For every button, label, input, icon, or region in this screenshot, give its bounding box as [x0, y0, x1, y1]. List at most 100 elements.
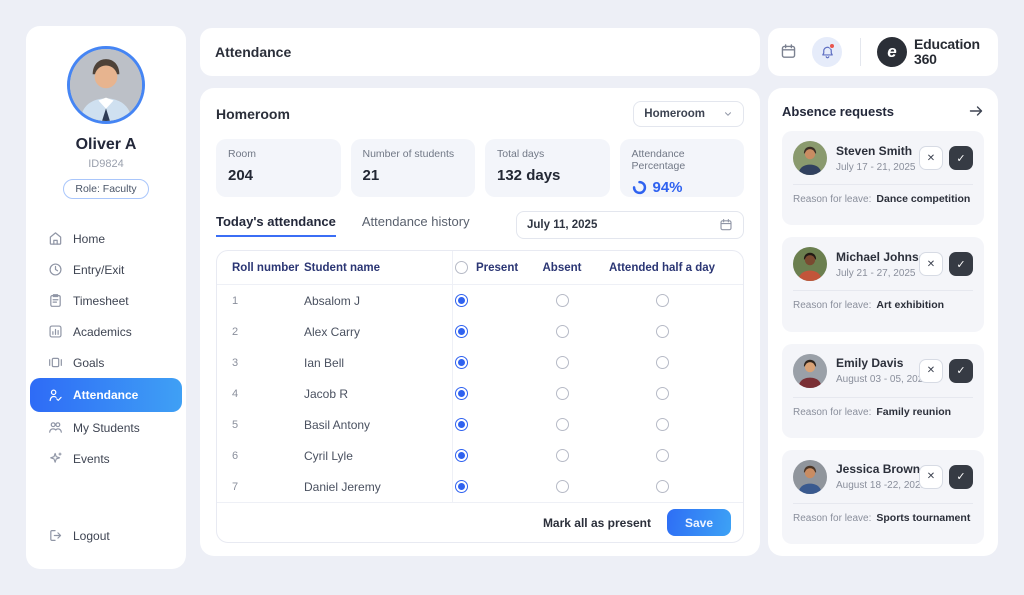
academics-icon — [48, 324, 63, 339]
brand: e Education 360 — [877, 37, 980, 67]
absent-radio[interactable] — [556, 325, 569, 338]
sidebar: Oliver A ID9824 Role: Faculty Home Entry… — [26, 26, 186, 569]
chevron-down-icon — [723, 109, 733, 119]
sidebar-item-timesheet[interactable]: Timesheet — [30, 285, 182, 316]
sidebar-item-attendance[interactable]: Attendance — [30, 378, 182, 412]
sidebar-nav: Home Entry/Exit Timesheet Academics Goal… — [26, 223, 186, 474]
avatar — [793, 247, 827, 281]
reason-value: Dance competition — [876, 193, 970, 205]
profile-name: Oliver A — [76, 136, 137, 154]
half-day-radio[interactable] — [656, 294, 669, 307]
homeroom-dropdown[interactable]: Homeroom — [633, 101, 744, 127]
students-icon — [48, 420, 63, 435]
sidebar-item-goals[interactable]: Goals — [30, 347, 182, 378]
arrow-right-icon[interactable] — [968, 103, 984, 119]
approve-request-button[interactable]: ✓ — [949, 465, 973, 489]
logout-button[interactable]: Logout — [30, 520, 182, 551]
logout-label: Logout — [73, 529, 110, 543]
avatar — [793, 141, 827, 175]
approve-request-button[interactable]: ✓ — [949, 252, 973, 276]
present-radio[interactable] — [455, 294, 468, 307]
reason-label: Reason for leave: — [793, 407, 871, 418]
present-radio[interactable] — [455, 356, 468, 369]
save-button[interactable]: Save — [667, 509, 731, 536]
sidebar-item-events[interactable]: Events — [30, 443, 182, 474]
logout-wrap: Logout — [26, 520, 186, 551]
notifications-button[interactable] — [812, 37, 842, 67]
select-all-present-radio[interactable] — [455, 261, 468, 274]
absent-radio[interactable] — [556, 294, 569, 307]
present-radio[interactable] — [455, 480, 468, 493]
half-day-radio[interactable] — [656, 387, 669, 400]
absent-radio[interactable] — [556, 418, 569, 431]
profile-avatar — [67, 46, 145, 124]
present-radio[interactable] — [455, 418, 468, 431]
request-dates: August 03 - 05, 2025 — [836, 374, 919, 385]
reject-request-button[interactable]: ✕ — [919, 359, 943, 383]
mark-all-present-button[interactable]: Mark all as present — [543, 516, 651, 530]
tab-todays-attendance[interactable]: Today's attendance — [216, 214, 336, 237]
half-day-radio[interactable] — [656, 418, 669, 431]
request-student-name: Jessica Brown — [836, 462, 919, 476]
present-radio[interactable] — [455, 325, 468, 338]
table-rows: 1 Absalom J 2 Alex Carry 3 Ian Bell 4 Ja… — [217, 285, 743, 502]
sidebar-item-label: Goals — [73, 356, 104, 370]
reason-value: Sports tournament — [876, 512, 970, 524]
reason-value: Family reunion — [876, 406, 951, 418]
sidebar-item-entry-exit[interactable]: Entry/Exit — [30, 254, 182, 285]
absence-requests-panel: Absence requests Steven Smith July 17 - … — [768, 88, 998, 556]
roll-number: 2 — [232, 326, 304, 338]
clipboard-icon — [48, 293, 63, 308]
student-name: Cyril Lyle — [304, 449, 452, 463]
reason-label: Reason for leave: — [793, 194, 871, 205]
half-day-radio[interactable] — [656, 356, 669, 369]
stat-attendance-pct: Attendance Percentage 94% — [620, 139, 745, 197]
present-radio[interactable] — [455, 449, 468, 462]
stat-students: Number of students 21 — [351, 139, 476, 197]
student-name: Absalom J — [304, 294, 452, 308]
half-day-radio[interactable] — [656, 480, 669, 493]
tab-attendance-history[interactable]: Attendance history — [362, 214, 470, 237]
table-row: 5 Basil Antony — [217, 409, 743, 440]
sidebar-item-label: Events — [73, 452, 110, 466]
sidebar-item-label: Home — [73, 232, 105, 246]
request-dates: July 17 - 21, 2025 — [836, 162, 919, 173]
absent-radio[interactable] — [556, 387, 569, 400]
half-day-radio[interactable] — [656, 325, 669, 338]
sidebar-item-academics[interactable]: Academics — [30, 316, 182, 347]
table-row: 4 Jacob R — [217, 378, 743, 409]
absent-radio[interactable] — [556, 356, 569, 369]
request-divider — [793, 503, 973, 504]
sidebar-item-home[interactable]: Home — [30, 223, 182, 254]
date-picker[interactable]: July 11, 2025 — [516, 211, 744, 239]
sidebar-item-my-students[interactable]: My Students — [30, 412, 182, 443]
sidebar-item-label: Timesheet — [73, 294, 129, 308]
student-name: Daniel Jeremy — [304, 480, 452, 494]
reject-request-button[interactable]: ✕ — [919, 146, 943, 170]
tabs: Today's attendance Attendance history — [216, 214, 470, 237]
reject-request-button[interactable]: ✕ — [919, 252, 943, 276]
reason-value: Art exhibition — [876, 299, 944, 311]
student-name: Alex Carry — [304, 325, 452, 339]
profile-id: ID9824 — [88, 158, 123, 170]
table-row: 1 Absalom J — [217, 285, 743, 316]
present-radio[interactable] — [455, 387, 468, 400]
absence-request-card: Michael Johnson July 21 - 27, 2025 ✕ ✓ R… — [782, 237, 984, 331]
stats-row: Room 204 Number of students 21 Total day… — [216, 139, 744, 197]
home-icon — [48, 231, 63, 246]
progress-arc-icon — [632, 180, 647, 195]
request-divider — [793, 397, 973, 398]
half-day-radio[interactable] — [656, 449, 669, 462]
topbar-divider — [860, 38, 861, 66]
approve-request-button[interactable]: ✓ — [949, 146, 973, 170]
reject-request-button[interactable]: ✕ — [919, 465, 943, 489]
roll-number: 4 — [232, 388, 304, 400]
absent-radio[interactable] — [556, 449, 569, 462]
roll-number: 6 — [232, 450, 304, 462]
attendance-table: Roll number Student name Present Absent … — [216, 250, 744, 543]
absence-requests-title: Absence requests — [782, 104, 894, 119]
absent-radio[interactable] — [556, 480, 569, 493]
approve-request-button[interactable]: ✓ — [949, 359, 973, 383]
calendar-icon[interactable] — [780, 43, 798, 61]
table-column-divider — [452, 251, 453, 502]
